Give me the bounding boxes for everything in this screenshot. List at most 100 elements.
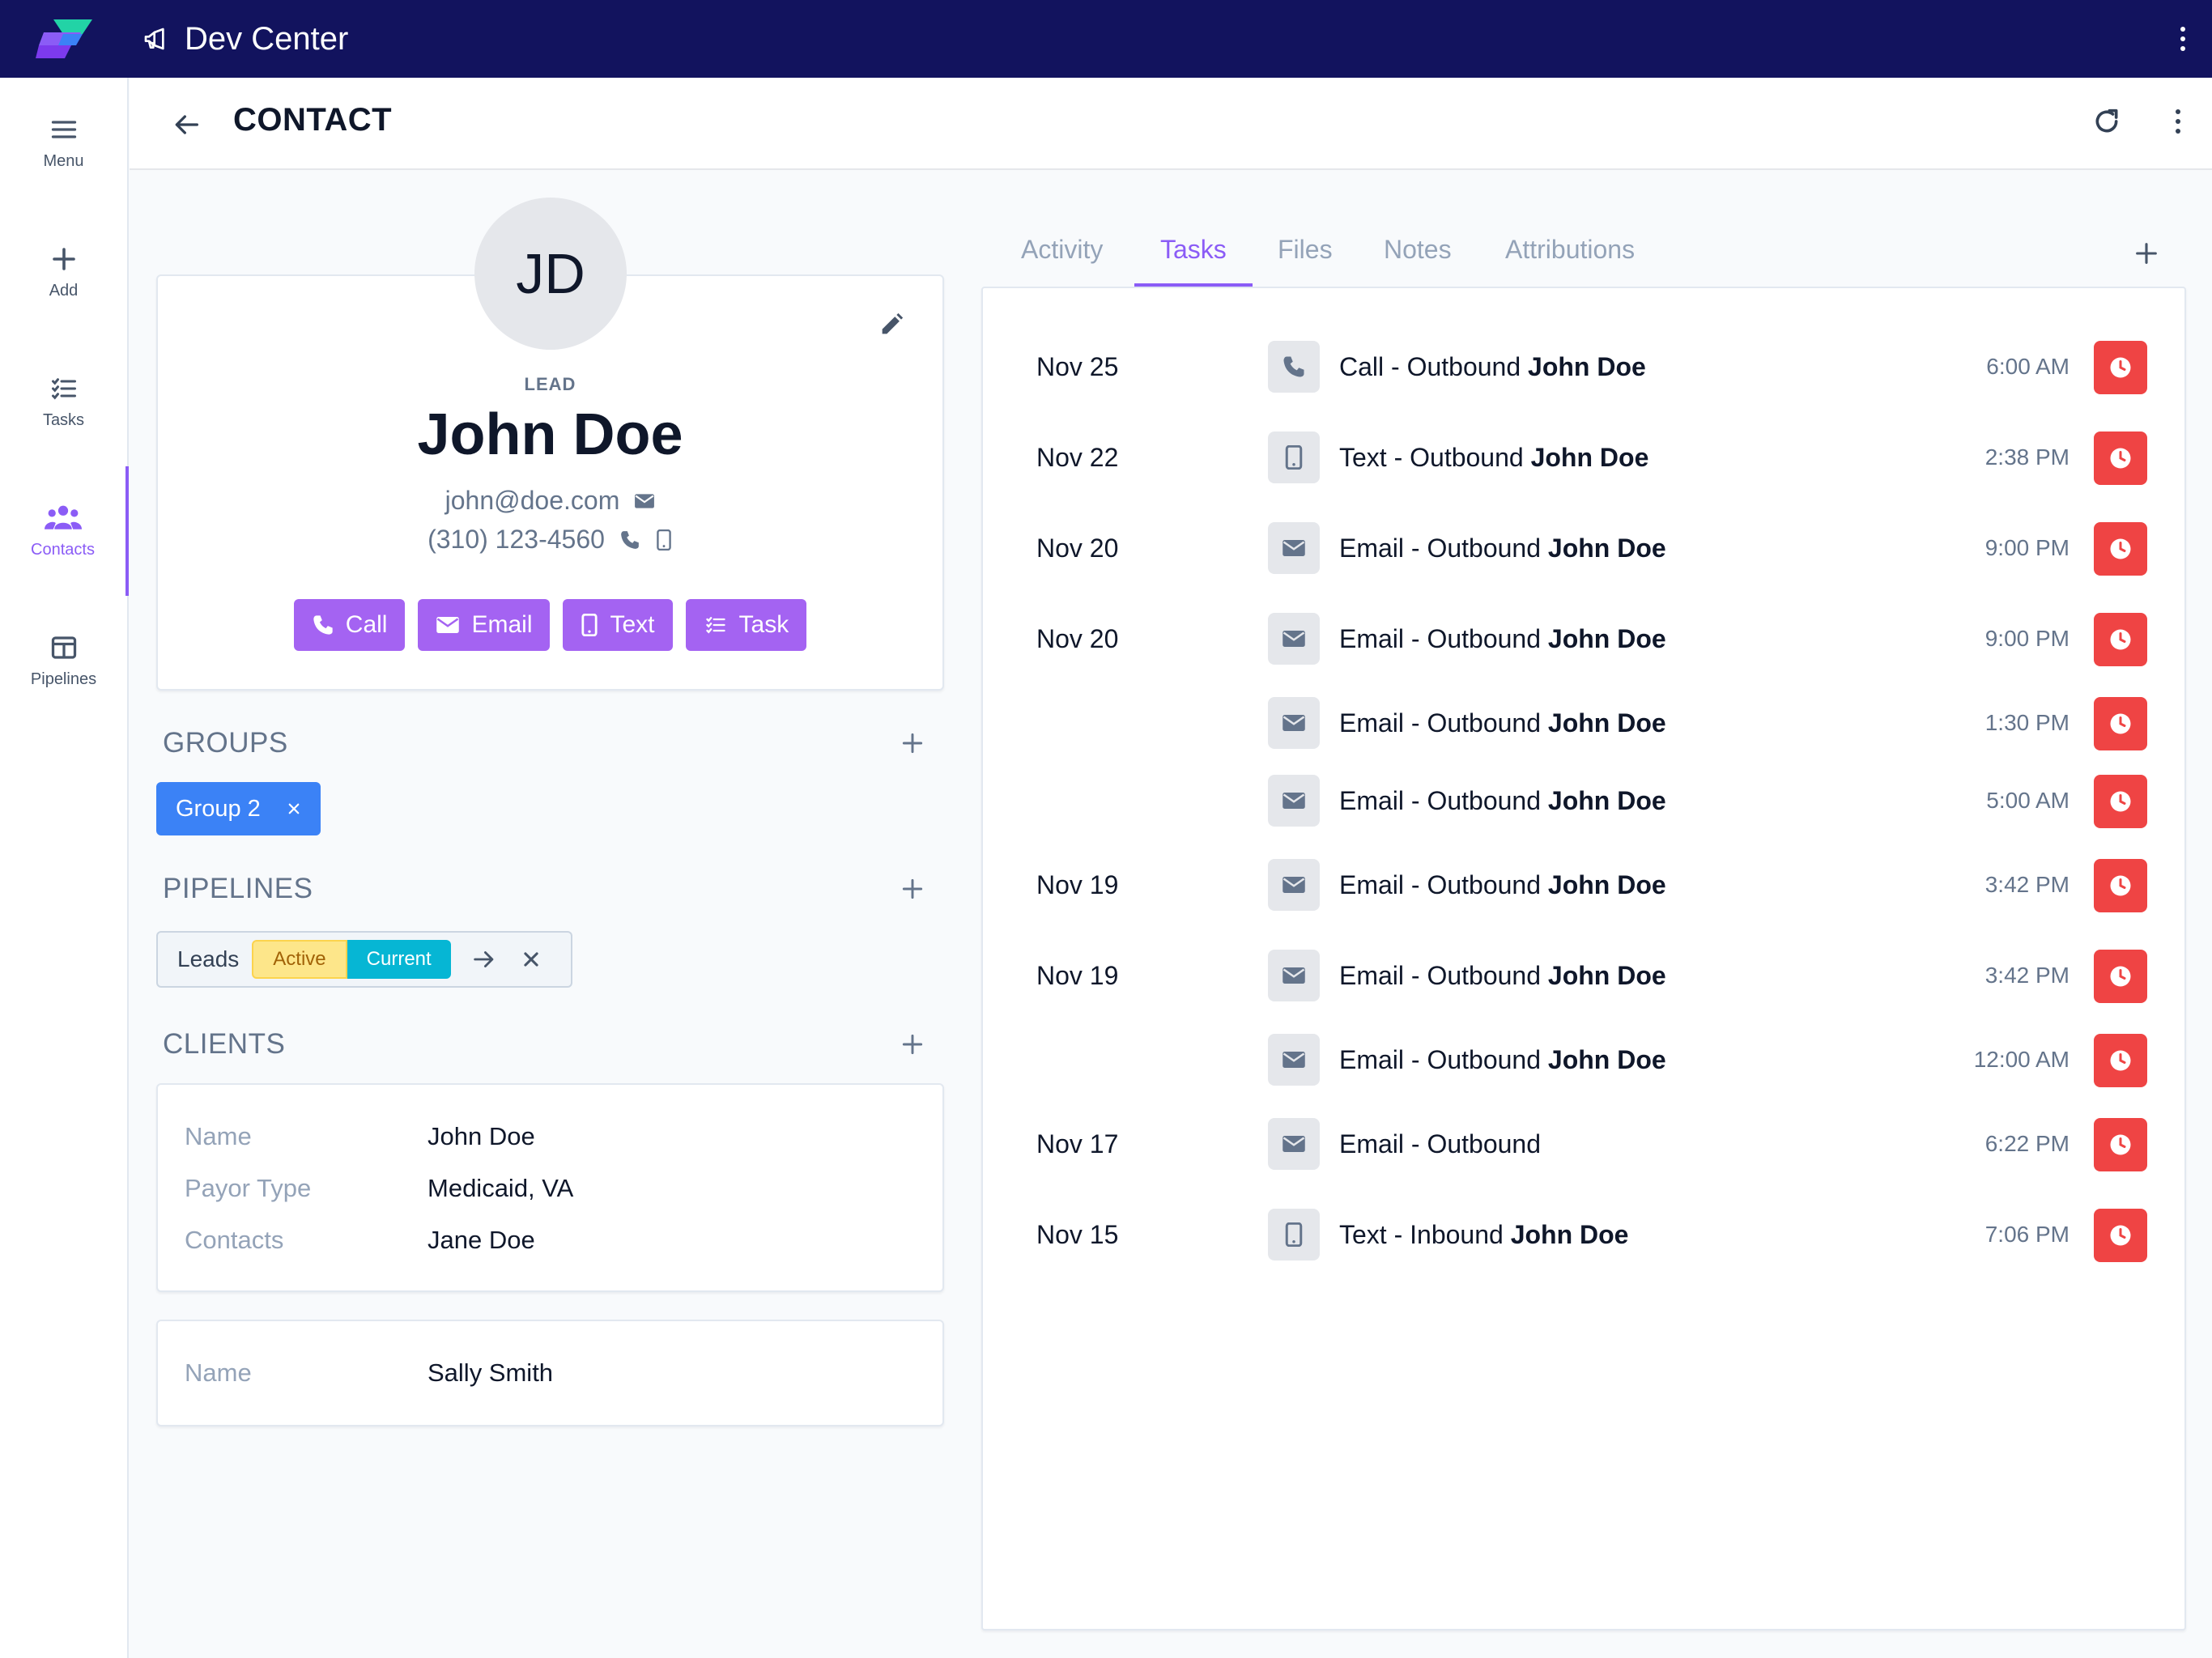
task-row[interactable]: Email - Outbound John Doe 12:00 AM bbox=[983, 1034, 2188, 1087]
nav-item-add[interactable]: Add bbox=[0, 207, 127, 337]
snooze-button[interactable] bbox=[2094, 613, 2147, 666]
snooze-button[interactable] bbox=[2094, 341, 2147, 394]
tab-notes[interactable]: Notes bbox=[1384, 235, 1452, 265]
task-type-label: Email - Outbound bbox=[1339, 534, 1542, 563]
snooze-button[interactable] bbox=[2094, 697, 2147, 750]
phone-icon[interactable] bbox=[619, 529, 640, 551]
task-contact[interactable]: John Doe bbox=[1548, 708, 1666, 738]
page-title: CONTACT bbox=[233, 102, 393, 138]
task-row[interactable]: Email - Outbound John Doe 5:00 AM bbox=[983, 775, 2188, 828]
pipeline-status-badge[interactable]: Current bbox=[347, 940, 451, 979]
more-vertical-icon[interactable] bbox=[2172, 105, 2184, 138]
phone-icon bbox=[313, 615, 333, 635]
nav-label: Tasks bbox=[42, 410, 85, 429]
task-contact[interactable]: John Doe bbox=[1548, 786, 1666, 815]
task-type-label: Text - Inbound bbox=[1339, 1220, 1504, 1249]
task-time: 9:00 PM bbox=[1984, 535, 2069, 560]
task-description: Email - Outbound John Doe bbox=[1339, 870, 1666, 900]
client-field-value: Sally Smith bbox=[428, 1358, 554, 1387]
snooze-button[interactable] bbox=[2094, 1209, 2147, 1262]
task-row[interactable]: Email - Outbound John Doe 1:30 PM bbox=[983, 697, 2188, 750]
contact-email-row: john@doe.com bbox=[156, 486, 944, 516]
tab-attributions[interactable]: Attributions bbox=[1505, 235, 1635, 265]
pipeline-name: Leads bbox=[177, 946, 240, 971]
add-client-plus-icon[interactable] bbox=[900, 1031, 925, 1057]
snooze-button[interactable] bbox=[2094, 775, 2147, 828]
close-icon[interactable] bbox=[287, 801, 301, 816]
task-button[interactable]: Task bbox=[685, 599, 807, 651]
contacts-icon bbox=[44, 505, 82, 529]
arrow-right-icon[interactable] bbox=[470, 946, 498, 973]
tab-files[interactable]: Files bbox=[1278, 235, 1333, 265]
task-contact[interactable]: John Doe bbox=[1548, 624, 1666, 653]
contact-phone[interactable]: (310) 123-4560 bbox=[428, 525, 605, 555]
task-row[interactable]: Nov 20 Email - Outbound John Doe 9:00 PM bbox=[983, 522, 2188, 576]
task-row[interactable]: Nov 20 Email - Outbound John Doe 9:00 PM bbox=[983, 613, 2188, 666]
pipelines-icon bbox=[51, 636, 76, 659]
snooze-button[interactable] bbox=[2094, 1034, 2147, 1087]
task-row[interactable]: Nov 19 Email - Outbound John Doe 3:42 PM bbox=[983, 950, 2188, 1003]
task-row[interactable]: Nov 22 Text - Outbound John Doe 2:38 PM bbox=[983, 432, 2188, 485]
pencil-icon[interactable] bbox=[878, 311, 905, 338]
pipeline-stage-badge[interactable]: Active bbox=[252, 940, 347, 979]
tab-tasks[interactable]: Tasks bbox=[1160, 235, 1227, 265]
refresh-icon[interactable] bbox=[2091, 105, 2123, 138]
task-date: Nov 20 bbox=[1036, 534, 1119, 563]
task-description: Email - Outbound bbox=[1339, 1129, 1541, 1159]
task-contact[interactable]: John Doe bbox=[1548, 870, 1666, 899]
task-description: Text - Outbound John Doe bbox=[1339, 443, 1648, 473]
more-vertical-icon[interactable] bbox=[2176, 24, 2189, 53]
group-chip[interactable]: Group 2 bbox=[156, 782, 321, 835]
clock-icon bbox=[2110, 791, 2131, 812]
client-card[interactable]: Name Sally Smith bbox=[156, 1320, 944, 1426]
add-task-plus-icon[interactable] bbox=[2133, 240, 2160, 267]
snooze-button[interactable] bbox=[2094, 859, 2147, 912]
app-title: Dev Center bbox=[185, 20, 349, 57]
nav-item-contacts[interactable]: Contacts bbox=[0, 466, 129, 596]
client-card[interactable]: Name John Doe Payor Type Medicaid, VA Co… bbox=[156, 1083, 944, 1292]
nav-item-pipelines[interactable]: Pipelines bbox=[0, 596, 127, 725]
text-button-label: Text bbox=[610, 611, 655, 638]
task-contact[interactable]: John Doe bbox=[1528, 352, 1646, 381]
menu-icon bbox=[51, 120, 76, 138]
snooze-button[interactable] bbox=[2094, 432, 2147, 485]
task-row[interactable]: Nov 25 Call - Outbound John Doe 6:00 AM bbox=[983, 341, 2188, 394]
task-time: 6:00 AM bbox=[1986, 354, 2069, 379]
task-contact[interactable]: John Doe bbox=[1511, 1220, 1629, 1249]
snooze-button[interactable] bbox=[2094, 1118, 2147, 1171]
app-logo-icon[interactable] bbox=[36, 18, 94, 60]
phone-icon bbox=[1283, 356, 1304, 377]
nav-item-tasks[interactable]: Tasks bbox=[0, 337, 127, 466]
add-group-plus-icon[interactable] bbox=[900, 730, 925, 756]
task-contact[interactable]: John Doe bbox=[1548, 961, 1666, 990]
task-row[interactable]: Nov 19 Email - Outbound John Doe 3:42 PM bbox=[983, 859, 2188, 912]
task-contact[interactable]: John Doe bbox=[1548, 1045, 1666, 1074]
mobile-icon[interactable] bbox=[655, 529, 673, 551]
tab-activity[interactable]: Activity bbox=[1021, 235, 1103, 265]
text-button[interactable]: Text bbox=[563, 599, 673, 651]
nav-item-menu[interactable]: Menu bbox=[0, 78, 127, 207]
clock-icon bbox=[2110, 713, 2131, 734]
clock-icon bbox=[2110, 629, 2131, 650]
close-icon[interactable] bbox=[517, 946, 545, 973]
add-pipeline-plus-icon[interactable] bbox=[900, 876, 925, 902]
task-type bbox=[1268, 859, 1320, 911]
task-date: Nov 19 bbox=[1036, 961, 1119, 990]
snooze-button[interactable] bbox=[2094, 950, 2147, 1003]
task-description: Email - Outbound John Doe bbox=[1339, 624, 1666, 654]
mail-icon bbox=[1283, 540, 1305, 556]
email-button[interactable]: Email bbox=[418, 599, 551, 651]
back-arrow-icon[interactable] bbox=[170, 108, 202, 141]
call-button[interactable]: Call bbox=[293, 599, 406, 651]
contact-email[interactable]: john@doe.com bbox=[445, 486, 620, 516]
mail-icon bbox=[1283, 793, 1305, 809]
task-contact[interactable]: John Doe bbox=[1531, 443, 1649, 472]
snooze-button[interactable] bbox=[2094, 522, 2147, 576]
task-contact[interactable]: John Doe bbox=[1548, 534, 1666, 563]
task-row[interactable]: Nov 15 Text - Inbound John Doe 7:06 PM bbox=[983, 1209, 2188, 1262]
mail-icon[interactable] bbox=[634, 492, 655, 510]
task-description: Text - Inbound John Doe bbox=[1339, 1220, 1628, 1250]
task-type bbox=[1268, 613, 1320, 665]
mail-icon bbox=[1283, 1052, 1305, 1068]
task-row[interactable]: Nov 17 Email - Outbound 6:22 PM bbox=[983, 1118, 2188, 1171]
